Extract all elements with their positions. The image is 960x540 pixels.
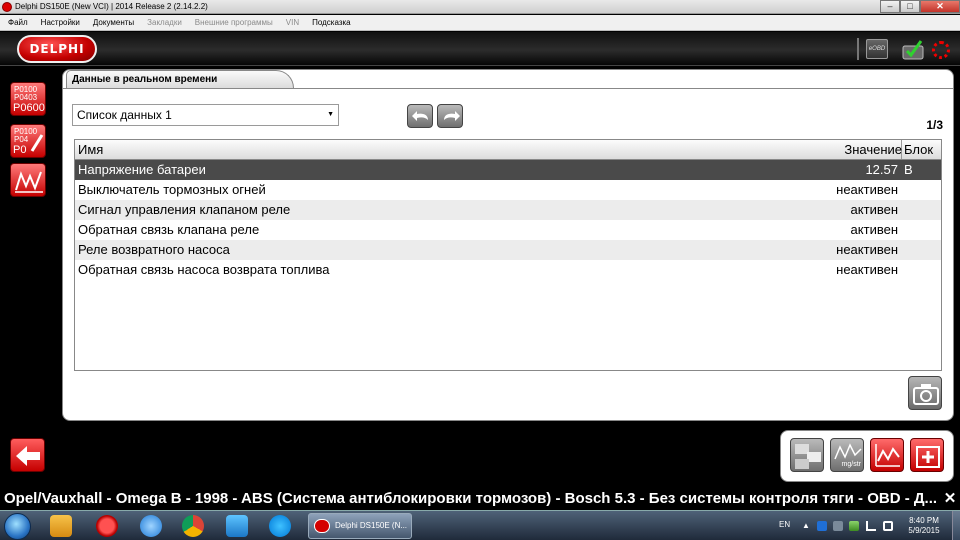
menu-documents[interactable]: Документы [93,18,134,27]
dataset-select[interactable]: Список данных 1 ▼ [72,104,339,126]
windows-taskbar: Delphi DS150E (N... EN ▲ 8:40 PM 5/9/201… [0,510,960,540]
row-unit: В [904,162,913,177]
table-row[interactable]: Сигнал управления клапаном реле активен [75,200,941,220]
vehicle-status-bar: Opel/Vauxhall - Omega B - 1998 - ABS (Си… [0,487,960,510]
graph-view-button[interactable]: mg/str [830,438,864,472]
menu-bar: Файл Настройки Документы Закладки Внешни… [0,15,960,31]
network-icon[interactable] [866,521,876,531]
minimize-button[interactable]: – [880,0,900,13]
show-desktop-button[interactable] [952,511,960,540]
vehicle-info-text: Opel/Vauxhall - Omega B - 1998 - ABS (Си… [4,490,938,507]
window-title: Delphi DS150E (New VCI) | 2014 Release 2… [15,2,208,11]
system-clock[interactable]: 8:40 PM 5/9/2015 [901,516,947,536]
data-list-view-button[interactable] [790,438,824,472]
table-header: Имя Значение Блок [75,140,941,160]
back-button[interactable] [10,438,45,472]
vci-connection-icon[interactable] [901,38,927,60]
clock-date: 5/9/2015 [908,526,940,535]
row-value: неактивен [836,242,898,257]
row-value: неактивен [836,182,898,197]
column-name[interactable]: Имя [78,140,103,159]
maximize-button[interactable]: □ [900,0,920,13]
table-row[interactable]: Напряжение батареи 12.57 В [75,160,941,180]
status-close-icon[interactable]: ✕ [942,487,958,510]
busy-indicator-icon [932,41,950,59]
arrow-back-icon [412,111,428,121]
volume-icon[interactable] [883,521,893,531]
internet-explorer-icon[interactable] [140,515,162,537]
media-player-icon[interactable] [50,515,72,537]
header-divider [857,38,859,60]
row-name: Обратная связь насоса возврата топлива [78,262,330,277]
column-unit[interactable]: Блок [903,140,933,159]
menu-file[interactable]: Файл [8,18,28,27]
record-graph-button[interactable] [870,438,904,472]
battery-icon[interactable] [849,521,859,531]
tray-expand-icon[interactable]: ▲ [802,521,812,531]
table-row[interactable]: Выключатель тормозных огней неактивен [75,180,941,200]
list-view-icon [795,444,821,469]
next-page-button[interactable] [437,104,463,128]
app-header: DELPHI eOBD [0,32,960,66]
menu-help[interactable]: Подсказка [312,18,351,27]
start-button[interactable] [4,513,31,540]
row-name: Выключатель тормозных огней [78,182,266,197]
taskbar-app-delphi[interactable]: Delphi DS150E (N... [308,513,412,539]
page-indicator: 1/3 [926,118,943,132]
row-value: активен [850,202,898,217]
close-button[interactable]: ✕ [920,0,960,13]
table-row[interactable]: Обратная связь насоса возврата топлива н… [75,260,941,280]
window-controls: – □ ✕ [880,0,960,13]
row-value: 12.57 [865,162,898,177]
row-name: Сигнал управления клапаном реле [78,202,291,217]
live-data-icon [15,171,43,193]
menu-bookmarks[interactable]: Закладки [147,18,182,27]
skype-icon[interactable] [269,515,291,537]
clear-fault-codes-button[interactable]: P0100 P04 P0 [10,124,46,158]
taskbar-app-label: Delphi DS150E (N... [335,521,408,530]
camera-icon [913,384,939,405]
chart-record-icon [875,444,900,467]
menu-external-programs[interactable]: Внешние программы [195,18,273,27]
delphi-logo: DELPHI [17,35,97,63]
chrome-browser-icon[interactable] [182,515,204,537]
window-titlebar[interactable]: Delphi DS150E (New VCI) | 2014 Release 2… [0,0,960,14]
menu-vin[interactable]: VIN [286,18,299,27]
arrow-forward-icon [444,111,460,121]
tray-app-icon[interactable] [817,521,827,531]
live-data-table: Имя Значение Блок Напряжение батареи 12.… [74,139,942,371]
component-test-icon [916,446,940,468]
clock-time: 8:40 PM [909,516,939,525]
dataset-select-value: Список данных 1 [77,108,172,122]
tab-underline [63,88,953,89]
graph-icon [834,443,862,460]
row-name: Обратная связь клапана реле [78,222,260,237]
live-data-button[interactable] [10,163,46,197]
delphi-app-icon [314,519,330,533]
menu-settings[interactable]: Настройки [41,18,80,27]
opera-browser-icon[interactable] [96,515,118,537]
table-row[interactable]: Обратная связь клапана реле активен [75,220,941,240]
snapshot-button[interactable] [908,376,942,410]
arrow-left-icon [16,446,40,466]
panel-tab-title: Данные в реальном времени [66,70,294,88]
table-row[interactable]: Реле возвратного насоса неактивен [75,240,941,260]
row-name: Напряжение батареи [78,162,206,177]
teamviewer-icon[interactable] [226,515,248,537]
read-fault-codes-button[interactable]: P0100 P0403 P0600 [10,82,46,116]
eobd-button[interactable]: eOBD [866,39,888,59]
app-icon [2,2,12,12]
previous-page-button[interactable] [407,104,433,128]
row-name: Реле возвратного насоса [78,242,230,257]
row-value: неактивен [836,262,898,277]
eraser-icon [30,134,44,152]
column-value[interactable]: Значение [830,140,902,159]
language-indicator[interactable]: EN [779,520,790,540]
chevron-down-icon: ▼ [327,111,334,118]
row-value: активен [850,222,898,237]
tray-device-icon[interactable] [833,521,843,531]
actuator-test-button[interactable] [910,438,944,472]
